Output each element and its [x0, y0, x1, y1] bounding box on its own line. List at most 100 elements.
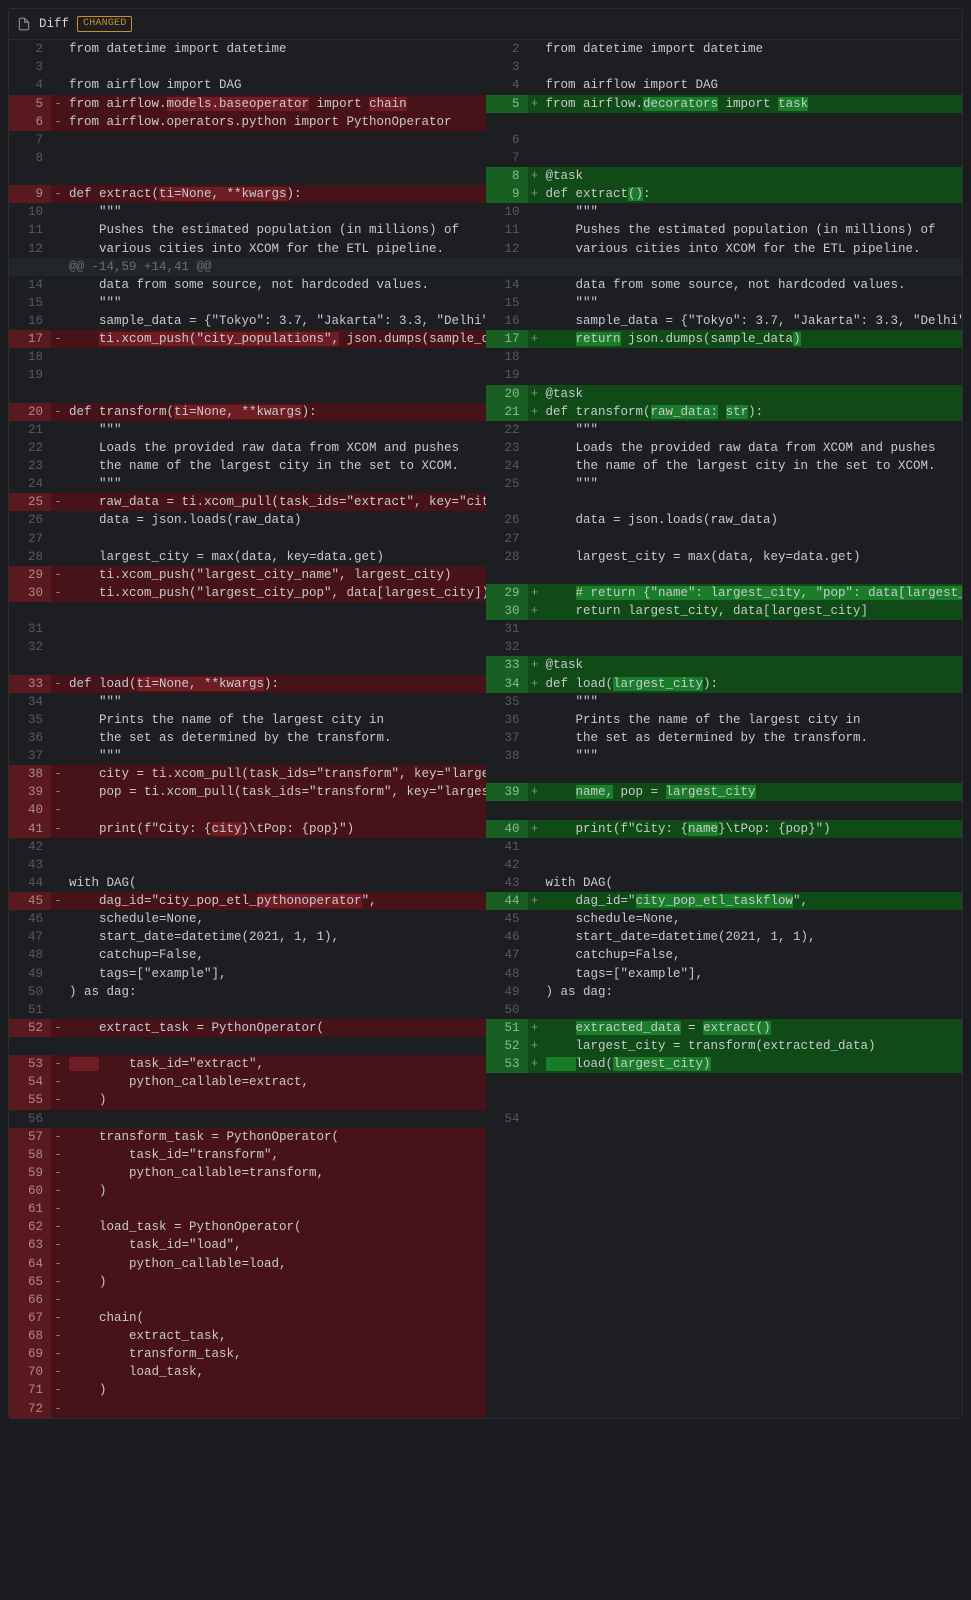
code-right[interactable]: largest_city = transform(extracted_data)	[542, 1037, 963, 1055]
code-right[interactable]	[542, 149, 963, 167]
code-left[interactable]: from airflow.models.baseoperator import …	[65, 95, 486, 113]
code-right[interactable]: print(f"City: {name}\tPop: {pop}")	[542, 820, 963, 838]
code-right[interactable]: @task	[542, 385, 963, 403]
code-right[interactable]	[542, 1309, 963, 1327]
code-right[interactable]	[542, 58, 963, 76]
code-left[interactable]	[65, 856, 486, 874]
code-left[interactable]: )	[65, 1091, 486, 1109]
code-right[interactable]: data = json.loads(raw_data)	[542, 511, 963, 529]
code-right[interactable]: from datetime import datetime	[542, 40, 963, 58]
code-right[interactable]: sample_data = {"Tokyo": 3.7, "Jakarta": …	[542, 312, 963, 330]
code-left[interactable]: Loads the provided raw data from XCOM an…	[65, 439, 486, 457]
code-right[interactable]: the set as determined by the transform.	[542, 729, 963, 747]
code-right[interactable]	[542, 1255, 963, 1273]
code-left[interactable]: tags=["example"],	[65, 965, 486, 983]
code-right[interactable]: with DAG(	[542, 874, 963, 892]
code-left[interactable]: )	[65, 1381, 486, 1399]
code-right[interactable]: return largest_city, data[largest_city]	[542, 602, 963, 620]
code-left[interactable]: data = json.loads(raw_data)	[65, 511, 486, 529]
code-right[interactable]: """	[542, 475, 963, 493]
code-left[interactable]	[65, 801, 486, 819]
code-left[interactable]: """	[65, 421, 486, 439]
code-left[interactable]: transform_task = PythonOperator(	[65, 1128, 486, 1146]
code-right[interactable]	[542, 530, 963, 548]
code-left[interactable]	[65, 131, 486, 149]
code-left[interactable]	[65, 348, 486, 366]
code-right[interactable]: # return {"name": largest_city, "pop": d…	[542, 584, 963, 602]
code-left[interactable]	[65, 656, 486, 674]
code-left[interactable]: python_callable=extract,	[65, 1073, 486, 1091]
code-left[interactable]	[65, 149, 486, 167]
code-left[interactable]: catchup=False,	[65, 946, 486, 964]
code-left[interactable]: """	[65, 747, 486, 765]
code-right[interactable]: start_date=datetime(2021, 1, 1),	[542, 928, 963, 946]
code-left[interactable]: task_id="transform",	[65, 1146, 486, 1164]
code-right[interactable]	[542, 493, 963, 511]
code-left[interactable]	[65, 1291, 486, 1309]
code-right[interactable]	[542, 838, 963, 856]
code-left[interactable]	[65, 1200, 486, 1218]
code-left[interactable]: """	[65, 475, 486, 493]
code-left[interactable]: from datetime import datetime	[65, 40, 486, 58]
code-right[interactable]	[542, 1146, 963, 1164]
code-right[interactable]: Prints the name of the largest city in	[542, 711, 963, 729]
code-left[interactable]	[65, 620, 486, 638]
code-right[interactable]: from airflow.decorators import task	[542, 95, 963, 113]
code-left[interactable]: schedule=None,	[65, 910, 486, 928]
code-right[interactable]	[542, 366, 963, 384]
code-left[interactable]	[65, 167, 486, 185]
code-left[interactable]: city = ti.xcom_pull(task_ids="transform"…	[65, 765, 486, 783]
code-right[interactable]	[542, 1073, 963, 1091]
code-right[interactable]: """	[542, 203, 963, 221]
code-left[interactable]: """	[65, 294, 486, 312]
code-right[interactable]	[542, 1327, 963, 1345]
code-right[interactable]: def transform(raw_data: str):	[542, 403, 963, 421]
code-right[interactable]: def load(largest_city):	[542, 675, 963, 693]
code-left[interactable]: start_date=datetime(2021, 1, 1),	[65, 928, 486, 946]
code-right[interactable]: Loads the provided raw data from XCOM an…	[542, 439, 963, 457]
code-left[interactable]: extract_task,	[65, 1327, 486, 1345]
code-left[interactable]	[65, 1110, 486, 1128]
code-left[interactable]: the name of the largest city in the set …	[65, 457, 486, 475]
code-left[interactable]: def extract(ti=None, **kwargs):	[65, 185, 486, 203]
code-left[interactable]: ) as dag:	[65, 983, 486, 1001]
code-left[interactable]: print(f"City: {city}\tPop: {pop}")	[65, 820, 486, 838]
code-left[interactable]: task_id="load",	[65, 1236, 486, 1254]
code-left[interactable]: """	[65, 693, 486, 711]
code-right[interactable]	[542, 113, 963, 131]
code-right[interactable]: the name of the largest city in the set …	[542, 457, 963, 475]
code-left[interactable]: def transform(ti=None, **kwargs):	[65, 403, 486, 421]
code-left[interactable]: task_id="extract",	[65, 1055, 486, 1073]
code-left[interactable]: chain(	[65, 1309, 486, 1327]
code-right[interactable]	[542, 566, 963, 584]
code-left[interactable]: sample_data = {"Tokyo": 3.7, "Jakarta": …	[65, 312, 486, 330]
code-right[interactable]: @task	[542, 656, 963, 674]
code-left[interactable]: load_task,	[65, 1363, 486, 1381]
code-left[interactable]	[65, 385, 486, 403]
code-right[interactable]	[542, 1200, 963, 1218]
code-right[interactable]	[542, 1345, 963, 1363]
code-left[interactable]: Pushes the estimated population (in mill…	[65, 221, 486, 239]
code-right[interactable]	[542, 1363, 963, 1381]
code-left[interactable]: """	[65, 203, 486, 221]
code-left[interactable]	[65, 838, 486, 856]
code-left[interactable]	[65, 638, 486, 656]
code-right[interactable]	[542, 1001, 963, 1019]
code-left[interactable]: largest_city = max(data, key=data.get)	[65, 548, 486, 566]
code-right[interactable]	[542, 131, 963, 149]
code-left[interactable]: raw_data = ti.xcom_pull(task_ids="extrac…	[65, 493, 486, 511]
code-right[interactable]	[542, 765, 963, 783]
code-left[interactable]: the set as determined by the transform.	[65, 729, 486, 747]
code-right[interactable]	[542, 1128, 963, 1146]
code-right[interactable]	[542, 1273, 963, 1291]
code-left[interactable]	[65, 602, 486, 620]
code-left[interactable]	[65, 1001, 486, 1019]
code-right[interactable]	[542, 856, 963, 874]
code-left[interactable]: extract_task = PythonOperator(	[65, 1019, 486, 1037]
code-right[interactable]: def extract():	[542, 185, 963, 203]
code-left[interactable]: )	[65, 1273, 486, 1291]
code-left[interactable]: transform_task,	[65, 1345, 486, 1363]
code-right[interactable]: dag_id="city_pop_etl_taskflow",	[542, 892, 963, 910]
code-left[interactable]: pop = ti.xcom_pull(task_ids="transform",…	[65, 783, 486, 801]
code-left[interactable]	[65, 58, 486, 76]
